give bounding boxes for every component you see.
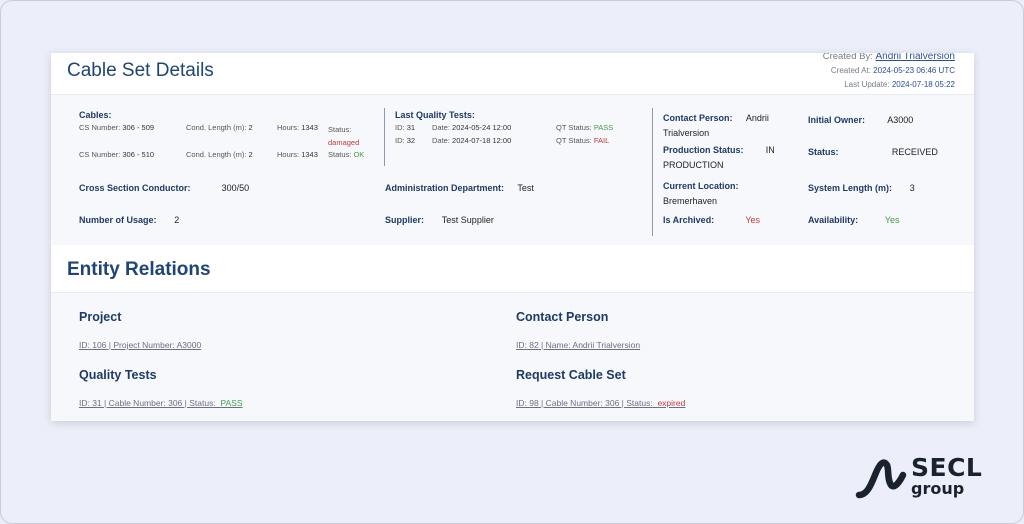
entity-relations-panel: Project ID: 106 | Project Number: A3000 … [51, 293, 974, 421]
cables-label: Cables: [79, 110, 112, 120]
page-title: Cable Set Details [67, 60, 214, 81]
request-status: expired [657, 398, 686, 408]
entity-relations-header: Entity Relations [51, 245, 974, 293]
archived-field: Is Archived: Yes [663, 215, 760, 225]
cable-set-card: Cable Set Details Created By: Andrii Tri… [51, 53, 974, 421]
production-status-field: Production Status: IN PRODUCTION [663, 145, 775, 170]
brand-line-2: group [911, 479, 965, 498]
column-divider-2 [652, 108, 653, 236]
cable-status-value-1: damaged [328, 138, 360, 147]
cable-status-2: Status: OK [328, 150, 365, 159]
availability-field: Availability: Yes [808, 215, 900, 225]
request-cable-set-link[interactable]: ID: 98 | Cable Number: 306 | Status: exp… [516, 398, 685, 408]
qt-id-2: ID: 32 [395, 136, 416, 145]
cable-length-1: Cond. Length (m): 2 [186, 123, 253, 132]
cable-status-1: Status: damaged [328, 125, 360, 147]
secl-mark-icon [855, 459, 907, 499]
project-link[interactable]: ID: 106 | Project Number: A3000 [79, 340, 201, 350]
created-at-label: Created At: [830, 66, 871, 75]
cable-hours-1: Hours: 1343 [277, 123, 318, 132]
qt-status-2: QT Status: FAIL [556, 136, 610, 145]
quality-test-link[interactable]: ID: 31 | Cable Number: 306 | Status: PAS… [79, 398, 243, 408]
request-cable-set-heading: Request Cable Set [516, 368, 626, 382]
card-header: Cable Set Details Created By: Andrii Tri… [51, 53, 974, 95]
current-location-field: Current Location: Bremerhaven [663, 181, 739, 206]
admin-dept-field: Administration Department: Test [385, 183, 534, 193]
created-by-link[interactable]: Andrii Trialversion [876, 53, 955, 62]
cable-status-value-2: OK [353, 150, 365, 159]
details-panel: Cables: CS Number: 306 - 509 Cond. Lengt… [51, 95, 974, 245]
created-at-value: 2024-05-23 06:46 UTC [873, 66, 955, 75]
column-divider-1 [384, 108, 385, 166]
cable-cs-2: CS Number: 306 - 510 [79, 150, 155, 159]
brand-line-1: SECL [911, 453, 983, 482]
system-length-field: System Length (m): 3 [808, 183, 915, 193]
project-heading: Project [79, 310, 122, 324]
created-by-label: Created By: [822, 53, 873, 62]
usage-field: Number of Usage: 2 [79, 215, 180, 225]
qt-date-1: Date: 2024-05-24 12:00 [432, 123, 512, 132]
last-update-label: Last Update: [844, 80, 890, 89]
entity-relations-title: Entity Relations [67, 259, 211, 280]
cable-length-2: Cond. Length (m): 2 [186, 150, 253, 159]
cross-section-field: Cross Section Conductor: 300/50 [79, 183, 250, 193]
cable-hours-2: Hours: 1343 [277, 150, 318, 159]
supplier-field: Supplier: Test Supplier [385, 215, 494, 225]
record-meta: Created By: Andrii Trialversion Created … [823, 53, 955, 91]
contact-person-heading: Contact Person [516, 310, 609, 324]
qt-id-1: ID: 31 [395, 123, 416, 132]
status-field: Status: RECEIVED [808, 147, 938, 157]
quality-tests-label: Last Quality Tests: [395, 110, 475, 120]
secl-logo: SECL group [853, 453, 1003, 503]
qt-status-1: QT Status: PASS [556, 123, 614, 132]
cable-cs-1: CS Number: 306 - 509 [79, 123, 155, 132]
contact-person-field: Contact Person: Andrii Trialversion [663, 113, 769, 138]
quality-tests-heading: Quality Tests [79, 368, 157, 382]
qt-date-2: Date: 2024-07-18 12:00 [432, 136, 512, 145]
initial-owner-field: Initial Owner: A3000 [808, 115, 914, 125]
last-update-value: 2024-07-18 05:22 [891, 80, 955, 89]
contact-person-link[interactable]: ID: 82 | Name: Andrii Trialversion [516, 340, 640, 350]
quality-test-status: PASS [220, 398, 243, 408]
